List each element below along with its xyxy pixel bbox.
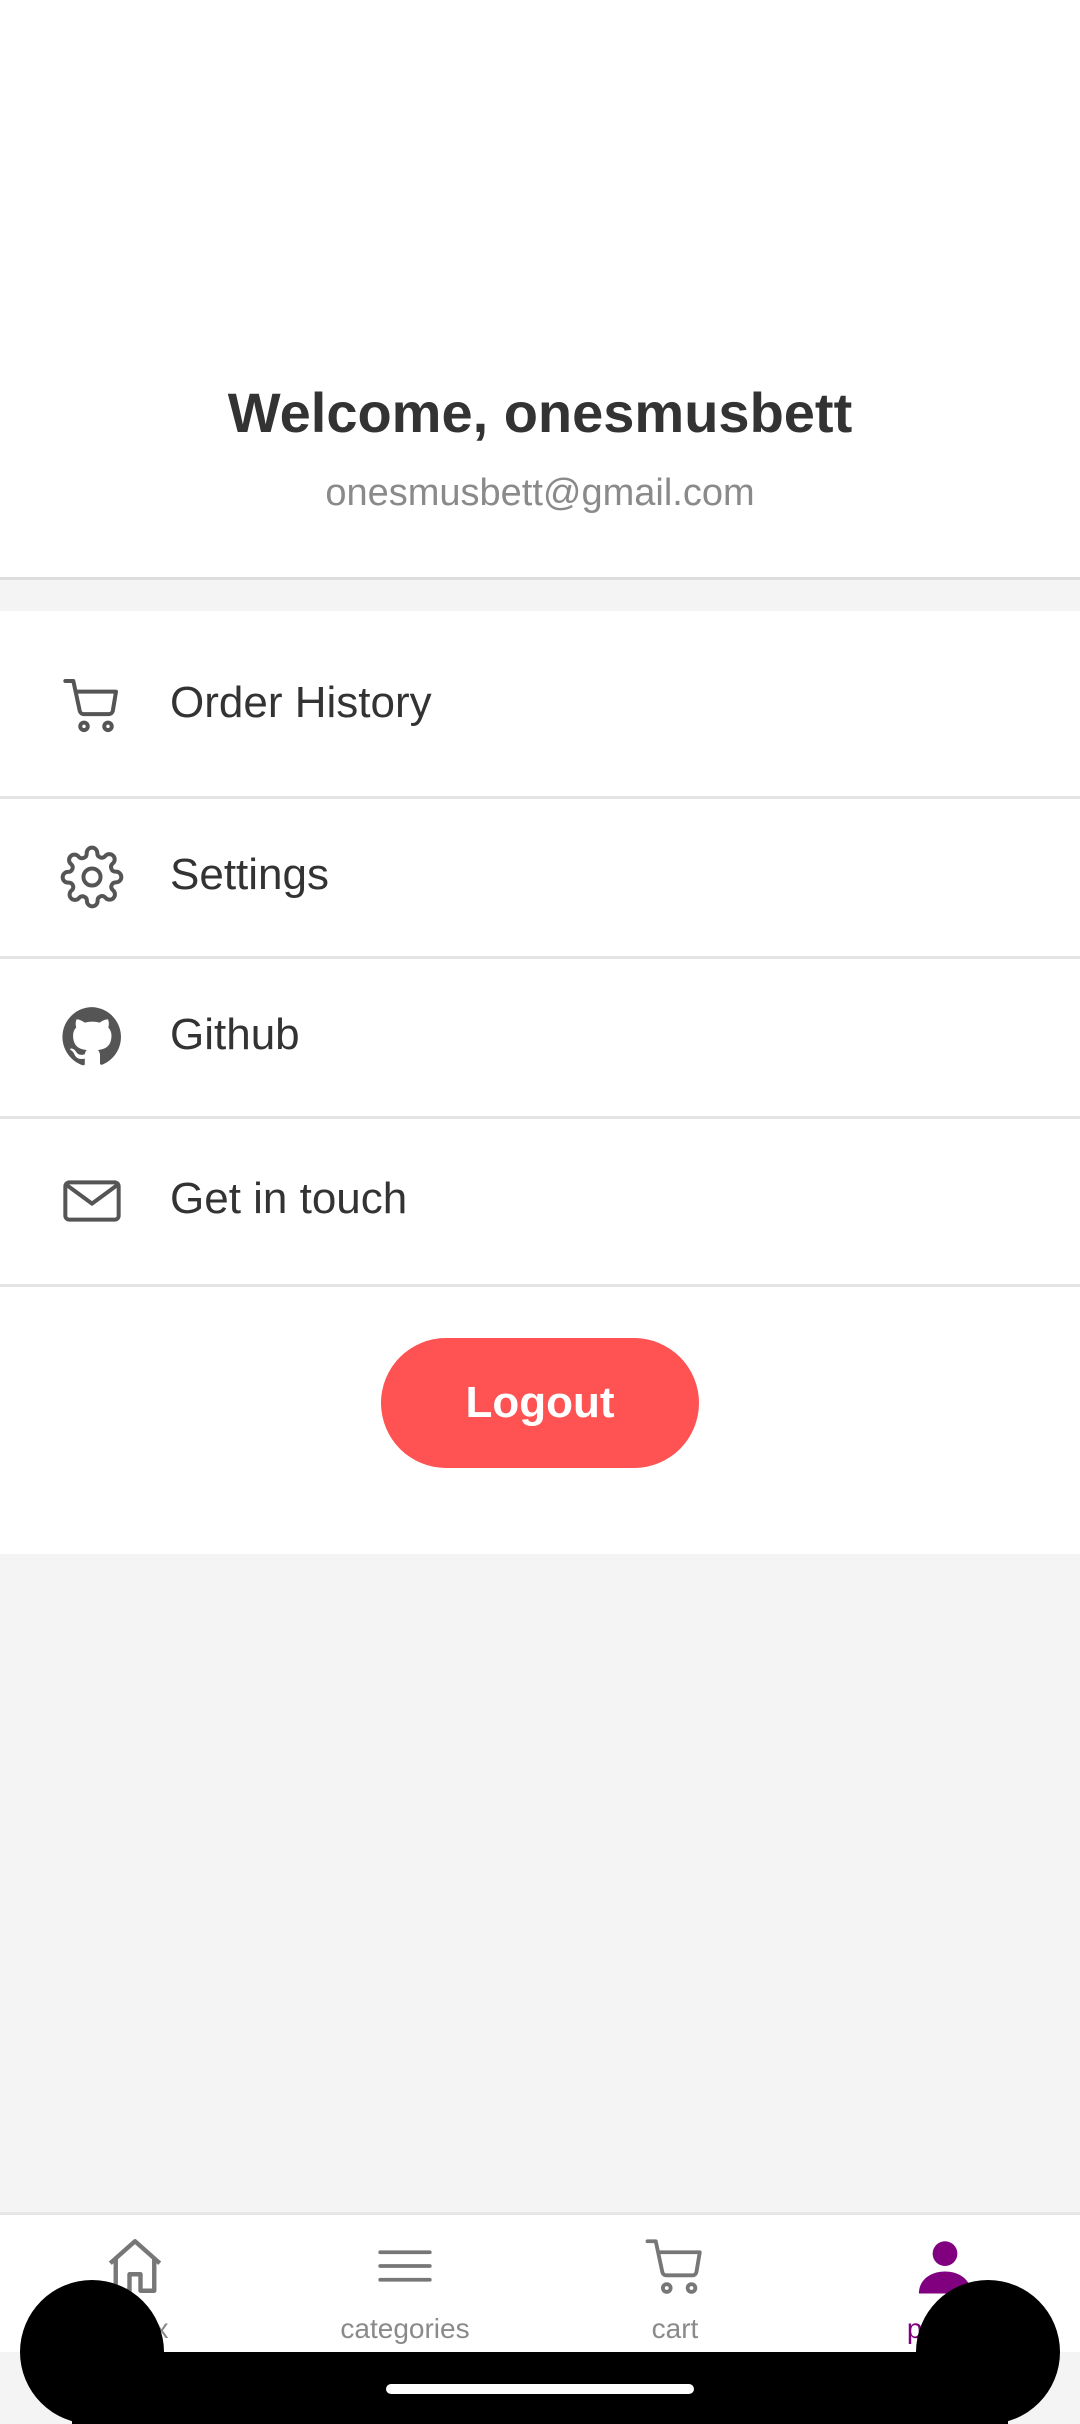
menu-item-github[interactable]: Github — [0, 959, 1080, 1119]
menu-item-label: Get in touch — [170, 1174, 408, 1223]
menu-item-label: Settings — [170, 850, 329, 899]
tab-cart[interactable]: cart — [540, 2215, 810, 2355]
screen-corner-right — [916, 2280, 1080, 2424]
cart-icon — [642, 2233, 708, 2299]
cart-icon — [60, 673, 124, 737]
tab-label: categories — [340, 2313, 470, 2344]
menu-item-get-in-touch[interactable]: Get in touch — [0, 1119, 1080, 1287]
profile-header: Welcome, onesmusbett onesmusbett@gmail.c… — [0, 0, 1080, 580]
user-email: onesmusbett@gmail.com — [325, 472, 755, 514]
menu-item-label: Github — [170, 1010, 300, 1059]
screen-corner-left — [0, 2280, 164, 2424]
tab-label: cart — [651, 2313, 699, 2344]
mail-icon — [60, 1169, 124, 1233]
github-icon — [60, 1005, 124, 1069]
menu-item-order-history[interactable]: Order History — [0, 611, 1080, 799]
menu-item-label: Order History — [170, 678, 432, 727]
gear-icon — [60, 845, 124, 909]
menu-icon — [372, 2233, 438, 2299]
logout-button[interactable]: Logout — [381, 1338, 699, 1468]
tab-categories[interactable]: categories — [270, 2215, 540, 2355]
welcome-title: Welcome, onesmusbett — [227, 381, 853, 444]
menu-item-settings[interactable]: Settings — [0, 799, 1080, 959]
home-indicator[interactable] — [386, 2384, 694, 2394]
